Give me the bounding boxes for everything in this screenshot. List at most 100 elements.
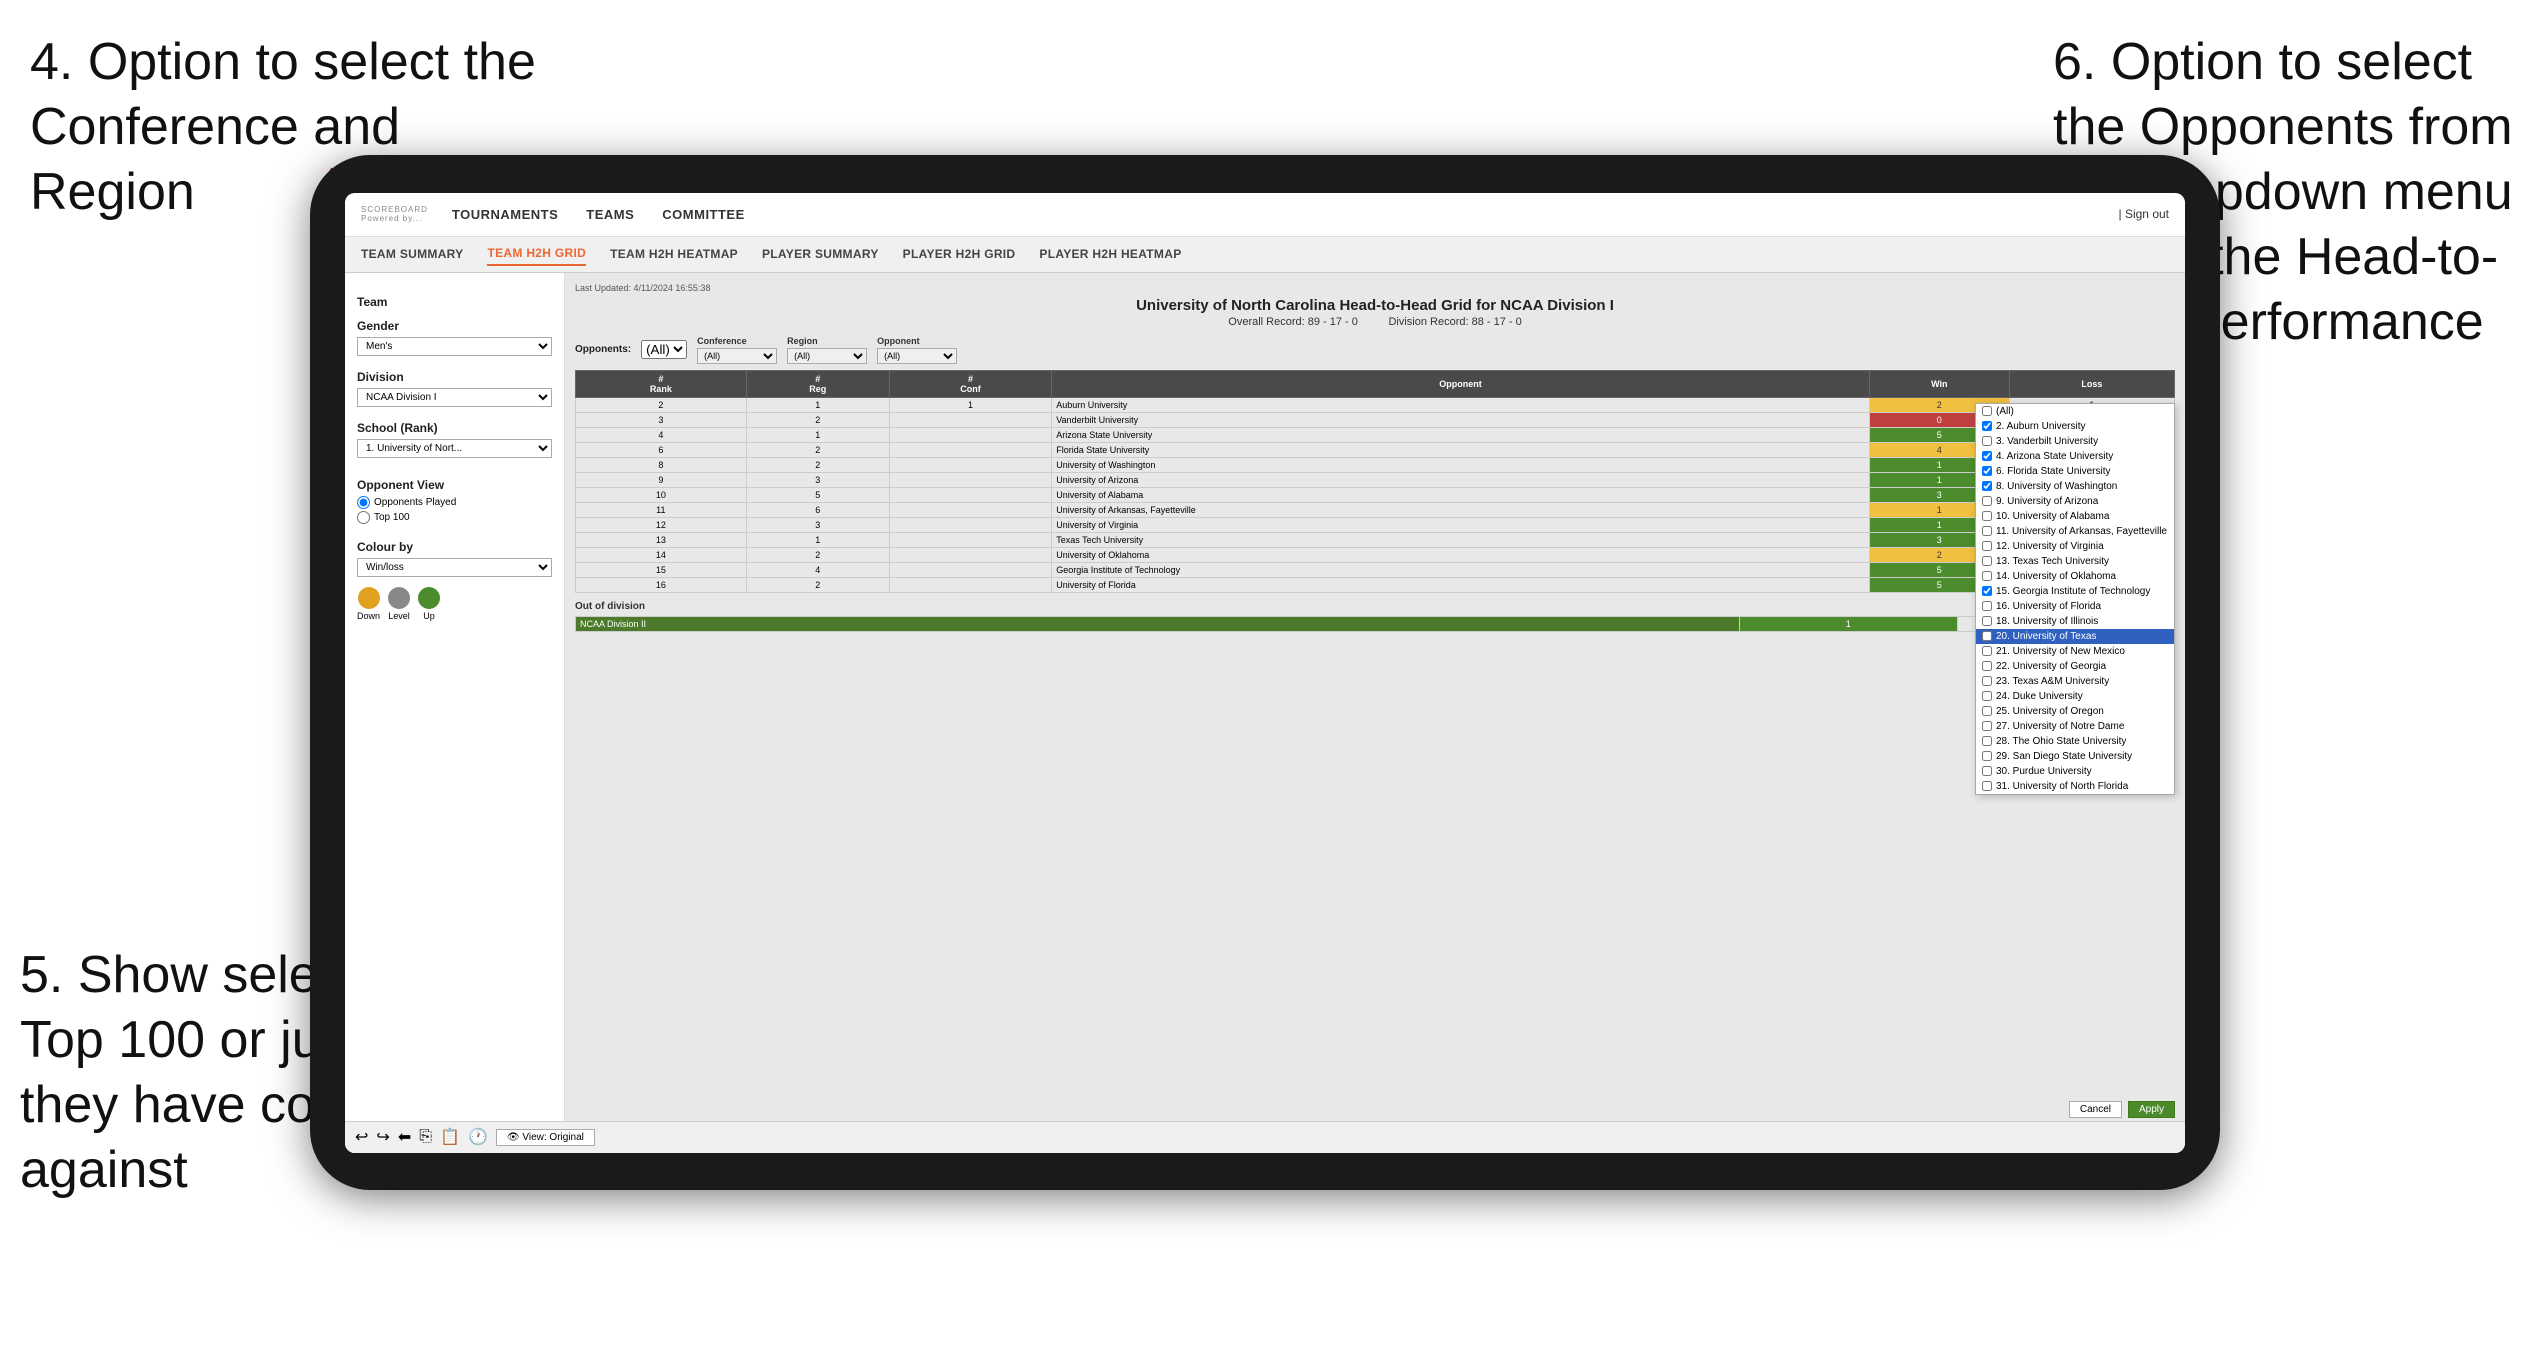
clock-icon[interactable]: 🕐	[468, 1127, 488, 1147]
gender-select[interactable]: Men's	[357, 337, 552, 356]
dropdown-item[interactable]: 31. University of North Florida	[1976, 779, 2174, 794]
dropdown-checkbox[interactable]	[1982, 646, 1992, 656]
dropdown-item[interactable]: 15. Georgia Institute of Technology	[1976, 584, 2174, 599]
info-bar: Last Updated: 4/11/2024 16:55:38	[575, 283, 2175, 293]
dropdown-checkbox[interactable]	[1982, 601, 1992, 611]
dropdown-item[interactable]: 30. Purdue University	[1976, 764, 2174, 779]
dropdown-item[interactable]: 29. San Diego State University	[1976, 749, 2174, 764]
nav-tournaments[interactable]: TOURNAMENTS	[452, 207, 558, 222]
dropdown-item[interactable]: 8. University of Washington	[1976, 479, 2174, 494]
dropdown-checkbox[interactable]	[1982, 691, 1992, 701]
dropdown-checkbox[interactable]	[1982, 421, 1992, 431]
view-original-button[interactable]: 👁 View: Original	[496, 1129, 595, 1146]
cell-reg: 6	[746, 502, 889, 517]
dropdown-item[interactable]: 25. University of Oregon	[1976, 704, 2174, 719]
dropdown-checkbox[interactable]	[1982, 751, 1992, 761]
nav-links: TOURNAMENTS TEAMS COMMITTEE	[452, 207, 745, 222]
dropdown-checkbox[interactable]	[1982, 496, 1992, 506]
dropdown-checkbox[interactable]	[1982, 526, 1992, 536]
cell-rank: 9	[576, 472, 747, 487]
dropdown-item-label: 4. Arizona State University	[1996, 451, 2113, 462]
dropdown-item[interactable]: 2. Auburn University	[1976, 419, 2174, 434]
dropdown-item-label: (All)	[1996, 406, 2014, 417]
dropdown-item[interactable]: 11. University of Arkansas, Fayetteville	[1976, 524, 2174, 539]
cell-reg: 2	[746, 442, 889, 457]
dropdown-checkbox[interactable]	[1982, 736, 1992, 746]
filter-row: Opponents: (All) Conference (All) Region	[575, 336, 2175, 364]
cancel-button[interactable]: Cancel	[2069, 1101, 2122, 1118]
dropdown-checkbox[interactable]	[1982, 571, 1992, 581]
school-select[interactable]: 1. University of Nort...	[357, 439, 552, 458]
col-reg: #Reg	[746, 370, 889, 397]
dropdown-item[interactable]: 4. Arizona State University	[1976, 449, 2174, 464]
dropdown-checkbox[interactable]	[1982, 481, 1992, 491]
dropdown-checkbox[interactable]	[1982, 511, 1992, 521]
dropdown-checkbox[interactable]	[1982, 766, 1992, 776]
dropdown-checkbox[interactable]	[1982, 676, 1992, 686]
dropdown-item[interactable]: 22. University of Georgia	[1976, 659, 2174, 674]
tab-team-h2h-heatmap[interactable]: TEAM H2H HEATMAP	[610, 243, 738, 265]
back-icon[interactable]: ⬅	[398, 1127, 411, 1147]
nav-teams[interactable]: TEAMS	[586, 207, 634, 222]
opponent-dropdown: (All) 2. Auburn University3. Vanderbilt U…	[1975, 403, 2175, 795]
tab-team-h2h-grid[interactable]: TEAM H2H GRID	[487, 242, 586, 266]
dropdown-item[interactable]: 28. The Ohio State University	[1976, 734, 2174, 749]
dropdown-item[interactable]: 9. University of Arizona	[1976, 494, 2174, 509]
table-row: 3 2 Vanderbilt University 0 4	[576, 412, 2175, 427]
undo-icon[interactable]: ↩	[355, 1127, 368, 1147]
dropdown-item[interactable]: 21. University of New Mexico	[1976, 644, 2174, 659]
dropdown-item[interactable]: (All)	[1976, 404, 2174, 419]
opponent-filter-select[interactable]: (All)	[877, 348, 957, 364]
radio-top100[interactable]	[357, 511, 370, 524]
region-filter-select[interactable]: (All)	[787, 348, 867, 364]
dropdown-item[interactable]: 27. University of Notre Dame	[1976, 719, 2174, 734]
dropdown-item[interactable]: 20. University of Texas	[1976, 629, 2174, 644]
dropdown-checkbox[interactable]	[1982, 436, 1992, 446]
legend-up: Up	[418, 587, 440, 621]
cell-opponent: University of Washington	[1052, 457, 1870, 472]
redo-icon[interactable]: ↪	[376, 1127, 389, 1147]
division-select[interactable]: NCAA Division I	[357, 388, 552, 407]
dropdown-checkbox[interactable]	[1982, 721, 1992, 731]
opponents-filter-select[interactable]: (All)	[641, 340, 687, 359]
table-row: 15 4 Georgia Institute of Technology 5 0	[576, 562, 2175, 577]
paste-icon[interactable]: 📋	[440, 1127, 460, 1147]
dropdown-item-label: 31. University of North Florida	[1996, 781, 2128, 792]
tab-team-summary[interactable]: TEAM SUMMARY	[361, 243, 463, 265]
tab-player-h2h-grid[interactable]: PLAYER H2H GRID	[903, 243, 1016, 265]
nav-committee[interactable]: COMMITTEE	[662, 207, 745, 222]
table-row: 14 2 University of Oklahoma 2 2	[576, 547, 2175, 562]
dropdown-item[interactable]: 12. University of Virginia	[1976, 539, 2174, 554]
dropdown-checkbox[interactable]	[1982, 616, 1992, 626]
dropdown-checkbox[interactable]	[1982, 706, 1992, 716]
cell-conf	[889, 427, 1051, 442]
dropdown-checkbox[interactable]	[1982, 541, 1992, 551]
dropdown-item[interactable]: 13. Texas Tech University	[1976, 554, 2174, 569]
dropdown-checkbox[interactable]	[1982, 451, 1992, 461]
radio-opponents-played[interactable]	[357, 496, 370, 509]
dropdown-item[interactable]: 18. University of Illinois	[1976, 614, 2174, 629]
tab-player-h2h-heatmap[interactable]: PLAYER H2H HEATMAP	[1039, 243, 1181, 265]
copy-icon[interactable]: ⎘	[419, 1128, 432, 1146]
dropdown-item[interactable]: 16. University of Florida	[1976, 599, 2174, 614]
gender-label: Gender	[357, 319, 552, 333]
dropdown-item[interactable]: 23. Texas A&M University	[1976, 674, 2174, 689]
dropdown-item[interactable]: 10. University of Alabama	[1976, 509, 2174, 524]
dropdown-checkbox[interactable]	[1982, 781, 1992, 791]
cell-rank: 10	[576, 487, 747, 502]
dropdown-checkbox[interactable]	[1982, 466, 1992, 476]
dropdown-checkbox[interactable]	[1982, 586, 1992, 596]
dropdown-checkbox[interactable]	[1982, 406, 1992, 416]
dropdown-item[interactable]: 3. Vanderbilt University	[1976, 434, 2174, 449]
dropdown-checkbox[interactable]	[1982, 661, 1992, 671]
dropdown-item[interactable]: 24. Duke University	[1976, 689, 2174, 704]
dropdown-item[interactable]: 6. Florida State University	[1976, 464, 2174, 479]
conference-filter-select[interactable]: (All)	[697, 348, 777, 364]
colour-by-select[interactable]: Win/loss	[357, 558, 552, 577]
apply-button[interactable]: Apply	[2128, 1101, 2175, 1118]
dropdown-checkbox[interactable]	[1982, 631, 1992, 641]
dropdown-checkbox[interactable]	[1982, 556, 1992, 566]
opponent-filter-group: Opponent (All)	[877, 336, 957, 364]
dropdown-item[interactable]: 14. University of Oklahoma	[1976, 569, 2174, 584]
tab-player-summary[interactable]: PLAYER SUMMARY	[762, 243, 879, 265]
